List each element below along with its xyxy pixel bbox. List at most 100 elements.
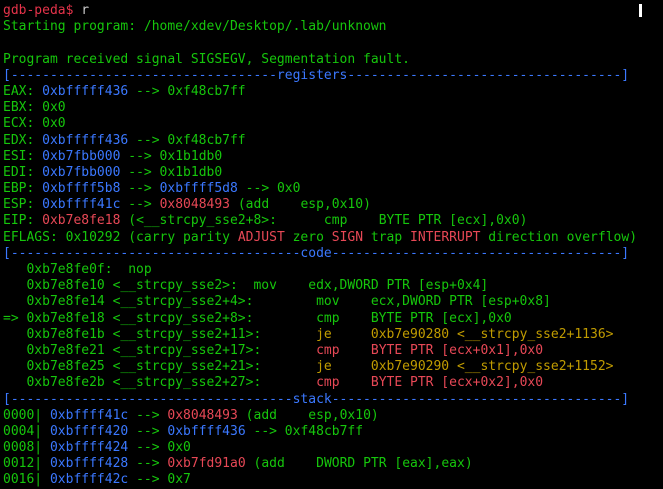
stack-line: 0008| 0xbffff424 --> 0x0 bbox=[3, 440, 663, 456]
terminal-text-segment: 0xb7fd91a0 bbox=[167, 456, 246, 472]
terminal-text-segment: 0xbffff428 bbox=[49, 456, 129, 472]
terminal-text-segment: 0xb7fbb000 bbox=[42, 164, 121, 180]
terminal-text-segment: SIGN bbox=[331, 229, 364, 245]
terminal-text-segment: EDI: bbox=[3, 164, 43, 180]
code-line: 0xb7e8fe14 <__strcpy_sse2+4>: mov ecx,DW… bbox=[3, 294, 663, 310]
terminal-text-segment: (add esp,0x10) bbox=[237, 407, 379, 423]
terminal-text-segment: [----------------------------------regis… bbox=[3, 67, 630, 83]
terminal-text-segment: EIP: bbox=[3, 213, 43, 229]
terminal-text-segment: ESP: bbox=[3, 197, 43, 213]
terminal-text-segment: 0xbffff41c bbox=[49, 407, 129, 423]
terminal-text-segment: 0xb7e8fe25 <__strcpy_sse2+21>: bbox=[3, 359, 317, 375]
terminal-text-segment: 0xb7e8fe18 bbox=[42, 213, 121, 229]
register-esi: ESI: 0xb7fbb000 --> 0x1b1db0 bbox=[3, 149, 663, 165]
register-ebp: EBP: 0xbffff5b8 --> 0xbffff5d8 --> 0x0 bbox=[3, 181, 663, 197]
terminal-text-segment: cmp BYTE PTR [ecx+0x1],0x0 bbox=[316, 342, 544, 358]
terminal-text-segment: --> bbox=[128, 456, 168, 472]
code-line: 0xb7e8fe2b <__strcpy_sse2+27>: cmp BYTE … bbox=[3, 375, 663, 391]
terminal-text-segment: 0xb7e8fe0f: nop bbox=[3, 262, 152, 277]
terminal-text-segment: Starting program: /home/xdev/Desktop/.la… bbox=[3, 19, 387, 35]
terminal-text-segment: --> 0xf48cb7ff bbox=[245, 423, 364, 439]
terminal-text-segment: 0xbfffff436 bbox=[42, 83, 129, 99]
register-edi: EDI: 0xb7fbb000 --> 0x1b1db0 bbox=[3, 165, 663, 181]
stack-line: 0012| 0xbffff428 --> 0xb7fd91a0 (add DWO… bbox=[3, 456, 663, 472]
terminal-text-segment: 0xb7e8fe2b <__strcpy_sse2+27>: bbox=[3, 375, 317, 391]
terminal-text-segment: --> 0xf48cb7ff bbox=[128, 132, 246, 148]
register-ecx: ECX: 0x0 bbox=[3, 116, 663, 132]
register-ebx: EBX: 0x0 bbox=[3, 100, 663, 116]
terminal-text-segment: zero bbox=[284, 229, 332, 245]
terminal-text-segment: 0xbffff5b8 bbox=[42, 181, 121, 197]
terminal-text-segment: ADJUST bbox=[237, 229, 285, 245]
terminal-text-segment: 0xbfffff436 bbox=[42, 132, 129, 148]
terminal-text-segment: 0012| bbox=[3, 456, 50, 472]
terminal-text-segment: 0xbffff420 bbox=[49, 423, 129, 439]
terminal-text-segment: --> 0x1b1db0 bbox=[120, 164, 223, 180]
terminal-text-segment: --> bbox=[128, 423, 168, 439]
terminal-text-segment: 0xbffff5d8 bbox=[159, 181, 238, 197]
register-eip: EIP: 0xb7e8fe18 (<__strcpy_sse2+8>: cmp … bbox=[3, 213, 663, 229]
terminal-text-segment: 0000| bbox=[3, 407, 50, 423]
terminal-text-segment: ESI: bbox=[3, 148, 43, 164]
terminal-text-segment: 0xb7e8fe21 <__strcpy_sse2+17>: bbox=[3, 342, 317, 358]
terminal-text-segment: EFLAGS: 0x10292 (carry parity bbox=[3, 229, 238, 245]
terminal-text-segment: (add DWORD PTR [eax],eax) bbox=[245, 456, 473, 472]
terminal-text-segment: 0xb7e8fe1b <__strcpy_sse2+11>: bbox=[3, 326, 317, 342]
terminal-text-segment: 0xbffff424 bbox=[49, 440, 129, 456]
stack-line: 0016| 0xbffff42c --> 0x7 bbox=[3, 472, 663, 488]
code-line: 0xb7e8fe1b <__strcpy_sse2+11>: je 0xb7e9… bbox=[3, 327, 663, 343]
section-header-code: [-------------------------------------co… bbox=[3, 246, 663, 262]
terminal-text-segment: 0x8048493 bbox=[167, 407, 238, 423]
register-eflags: EFLAGS: 0x10292 (carry parity ADJUST zer… bbox=[3, 230, 663, 246]
terminal-text-segment: INTERRUPT bbox=[410, 229, 481, 245]
terminal-text-segment: 0008| bbox=[3, 440, 50, 456]
terminal-text-segment: 0xb7e8fe10 <__strcpy_sse2>: mov edx,DWOR… bbox=[3, 278, 489, 294]
terminal-text-segment: direction overflow) bbox=[480, 229, 638, 245]
code-line: 0xb7e8fe21 <__strcpy_sse2+17>: cmp BYTE … bbox=[3, 343, 663, 359]
code-line: 0xb7e8fe0f: nop bbox=[3, 262, 663, 278]
register-eax: EAX: 0xbfffff436 --> 0xf48cb7ff bbox=[3, 84, 663, 100]
terminal-text-segment: trap bbox=[363, 229, 411, 245]
terminal-text-segment: [------------------------------------sta… bbox=[3, 391, 630, 407]
code-line: 0xb7e8fe10 <__strcpy_sse2>: mov edx,DWOR… bbox=[3, 278, 663, 294]
terminal-text-segment: EBP: bbox=[3, 181, 43, 197]
stack-line: 0004| 0xbffff420 --> 0xbffff436 --> 0xf4… bbox=[3, 424, 663, 440]
terminal-text-segment: 0xb7e8fe14 <__strcpy_sse2+4>: mov ecx,DW… bbox=[3, 294, 551, 310]
terminal-text-segment: Program received signal SIGSEGV, Segment… bbox=[3, 51, 410, 67]
terminal-text-segment: 0xbffff41c bbox=[42, 197, 121, 213]
prompt-line: gdb-peda$ r bbox=[3, 3, 663, 19]
code-line-current: => 0xb7e8fe18 <__strcpy_sse2+8>: cmp BYT… bbox=[3, 311, 663, 327]
terminal-text-segment: EBX: 0x0 bbox=[3, 100, 66, 116]
terminal-text-segment: ECX: 0x0 bbox=[3, 116, 66, 132]
terminal-text-segment: r bbox=[81, 3, 90, 18]
terminal-text-segment: 0xb7fbb000 bbox=[42, 148, 121, 164]
terminal-text-segment: (<__strcpy_sse2+8>: cmp BYTE PTR [ecx],0… bbox=[120, 213, 528, 229]
terminal-text-segment: --> bbox=[120, 197, 160, 213]
terminal-text-segment: --> 0x0 bbox=[237, 181, 301, 197]
terminal-text-segment: cmp BYTE PTR [ecx+0x2],0x0 bbox=[316, 375, 544, 391]
register-edx: EDX: 0xbfffff436 --> 0xf48cb7ff bbox=[3, 133, 663, 149]
terminal-text-segment: EAX: bbox=[3, 83, 43, 99]
terminal-text-segment: => 0xb7e8fe18 <__strcpy_sse2+8>: cmp BYT… bbox=[3, 310, 512, 326]
terminal-text-segment: gdb-peda$ bbox=[3, 3, 82, 18]
register-esp: ESP: 0xbffff41c --> 0x8048493 (add esp,0… bbox=[3, 197, 663, 213]
terminal-text-segment: --> 0x1b1db0 bbox=[120, 148, 223, 164]
terminal-text-segment: (add esp,0x10) bbox=[230, 197, 371, 213]
terminal-output[interactable]: gdb-peda$ r Starting program: /home/xdev/… bbox=[3, 3, 663, 489]
section-header-stack: [------------------------------------sta… bbox=[3, 392, 663, 408]
output-line: Program received signal SIGSEGV, Segment… bbox=[3, 52, 663, 68]
terminal-text-segment: je 0xb7e90280 <__strcpy_sse2+1136> bbox=[316, 326, 614, 342]
text-cursor bbox=[639, 4, 642, 17]
terminal-text-segment: je 0xb7e90290 <__strcpy_sse2+1152> bbox=[316, 359, 614, 375]
terminal-text-segment: [-------------------------------------co… bbox=[3, 245, 630, 261]
code-line: 0xb7e8fe25 <__strcpy_sse2+21>: je 0xb7e9… bbox=[3, 359, 663, 375]
terminal-text-segment: --> bbox=[120, 181, 160, 197]
terminal-text-segment: 0xbffff436 bbox=[167, 423, 246, 439]
terminal-text-segment: --> bbox=[128, 407, 168, 423]
terminal-text-segment: EDX: bbox=[3, 132, 43, 148]
stack-line: 0000| 0xbffff41c --> 0x8048493 (add esp,… bbox=[3, 408, 663, 424]
terminal-text-segment: 0x8048493 bbox=[159, 197, 231, 213]
terminal-text-segment: --> 0x0 bbox=[128, 440, 191, 456]
terminal-text-segment: --> 0xf48cb7ff bbox=[128, 83, 246, 99]
